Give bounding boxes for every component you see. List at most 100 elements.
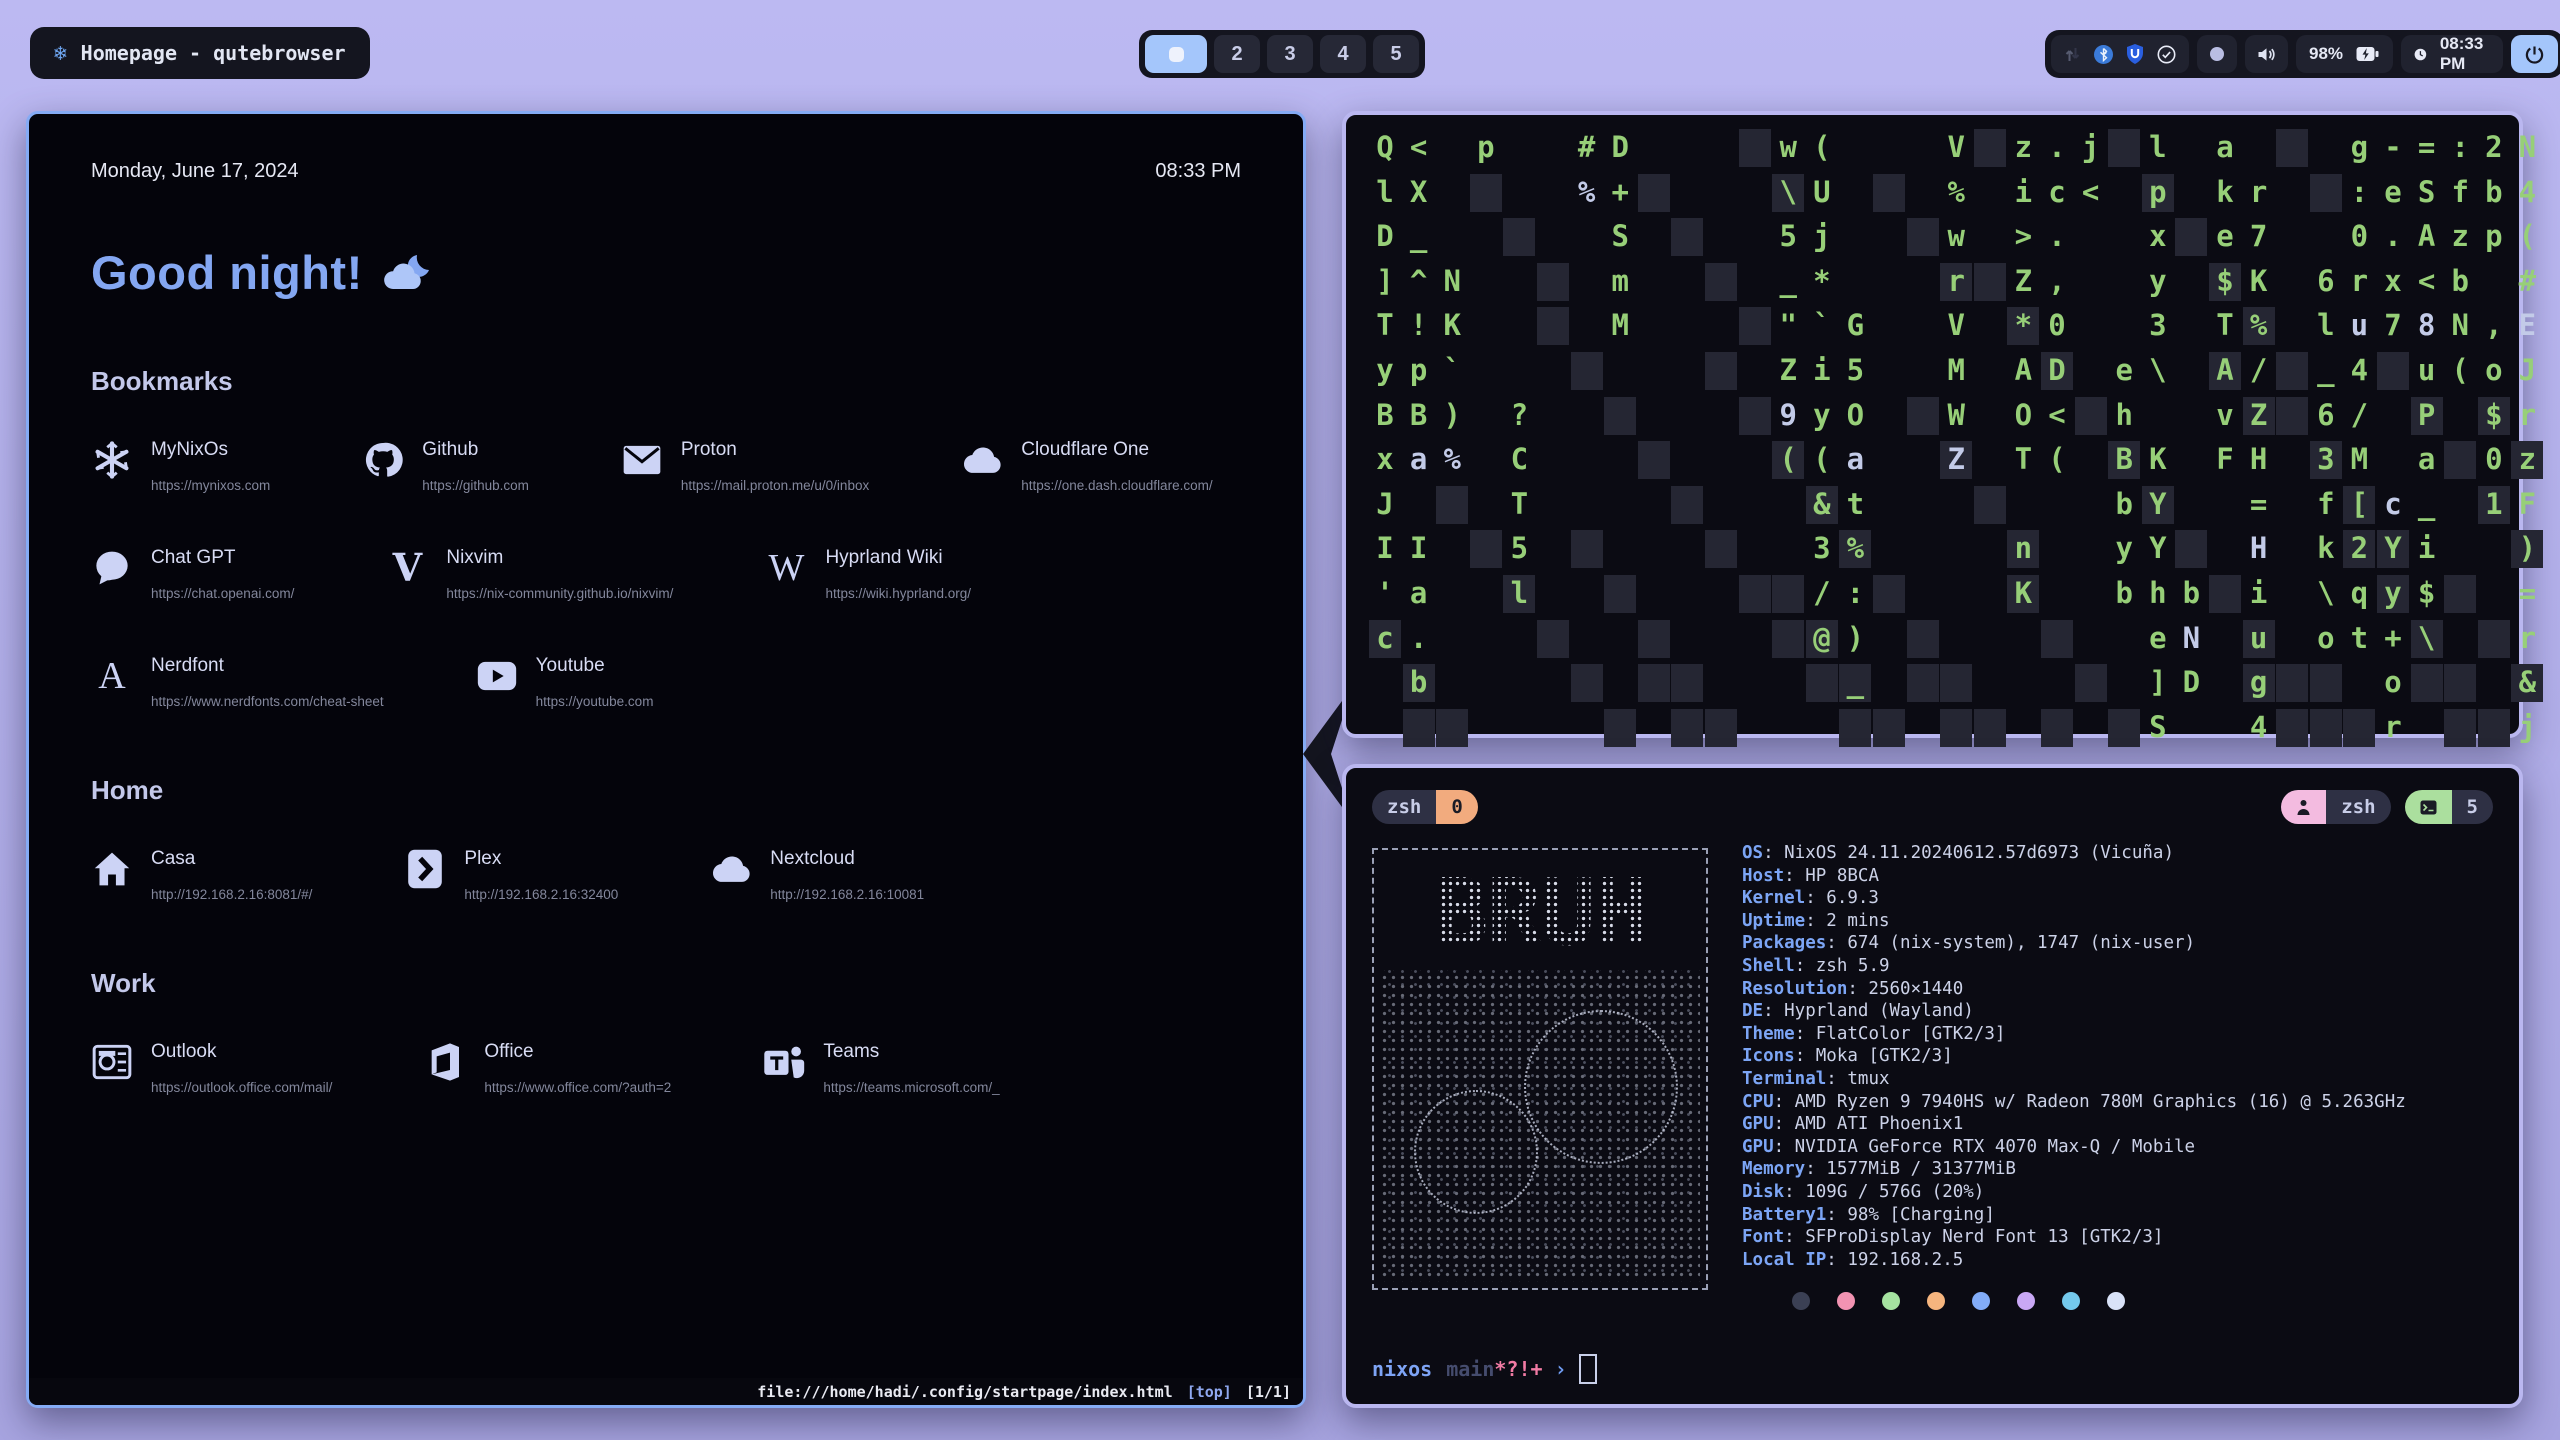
matrix-trail-block [1638, 441, 1670, 479]
matrix-glyph: : [2342, 170, 2376, 215]
matrix-glyph: b [2107, 571, 2141, 616]
bookmark-item[interactable]: VNixvimhttps://nix-community.github.io/n… [386, 547, 673, 601]
terminal-cursor[interactable] [1579, 1354, 1597, 1384]
matrix-trail-block [2276, 709, 2308, 747]
bookmark-title: Nextcloud [770, 848, 924, 870]
battery-percent: 98% [2309, 44, 2343, 64]
bookmark-text: Casahttp://192.168.2.16:8081/#/ [151, 848, 312, 902]
shell-prompt[interactable]: nixos main *?!+ › [1372, 1354, 1597, 1384]
matrix-glyph: _ [2309, 348, 2343, 393]
bookmark-text: MyNixOshttps://mynixos.com [151, 439, 270, 493]
matrix-trail-block [1907, 397, 1939, 435]
matrix-glyph: F [2510, 482, 2544, 527]
palette-color-dot [2107, 1292, 2125, 1310]
matrix-trail-block [2444, 575, 2476, 613]
matrix-glyph: a [2208, 125, 2242, 170]
bookmark-item[interactable]: Outlookhttps://outlook.office.com/mail/ [91, 1041, 332, 1095]
bookmark-item[interactable]: Teamshttps://teams.microsoft.com/_ [763, 1041, 999, 1095]
matrix-glyph: ( [2040, 437, 2074, 482]
desktop: ❄ Homepage - qutebrowser 2345 [0, 0, 2560, 1440]
tray-idle-indicator[interactable] [2197, 35, 2237, 73]
bookmark-item[interactable]: Protonhttps://mail.proton.me/u/0/inbox [621, 439, 869, 493]
tmux-window-tab: zsh 0 [1372, 790, 1478, 824]
matrix-glyph: r [1939, 259, 1973, 304]
tmux-status-right: zsh 5 [2281, 790, 2493, 824]
matrix-glyph: J [2510, 348, 2544, 393]
matrix-glyph: A [2410, 214, 2444, 259]
matrix-trail-block [1604, 397, 1636, 435]
matrix-glyph: Y [2376, 526, 2410, 571]
tmux-user-indicator: zsh [2281, 790, 2390, 824]
matrix-glyph: b [2443, 259, 2477, 304]
bookmark-item[interactable]: Plexhttp://192.168.2.16:32400 [404, 848, 618, 902]
fetch-line: Font: SFProDisplay Nerd Font 13 [GTK2/3] [1742, 1226, 2406, 1249]
matrix-trail-block [1705, 263, 1737, 301]
matrix-glyph: I [1368, 526, 1402, 571]
workspace-button-3[interactable]: 3 [1267, 35, 1313, 73]
ascii-face-small [1414, 1090, 1538, 1214]
system-tray: 98% 08:33 PM [2045, 30, 2560, 78]
bookmark-item[interactable]: Cloudflare Onehttps://one.dash.cloudflar… [961, 439, 1212, 493]
bookmark-item[interactable]: Nextcloudhttp://192.168.2.16:10081 [710, 848, 924, 902]
matrix-glyph: k [2309, 526, 2343, 571]
fetch-line: DE: Hyprland (Wayland) [1742, 1000, 2406, 1023]
workspace-button-4[interactable]: 4 [1320, 35, 1366, 73]
matrix-glyph: # [2510, 259, 2544, 304]
matrix-glyph: p [2141, 170, 2175, 215]
matrix-trail-block [2209, 575, 2241, 613]
matrix-glyph: % [1435, 437, 1469, 482]
window-title-widget[interactable]: ❄ Homepage - qutebrowser [30, 27, 370, 79]
matrix-trail-block [2310, 174, 2342, 212]
matrix-glyph: K [2242, 259, 2276, 304]
bookmark-item[interactable]: WHyprland Wikihttps://wiki.hyprland.org/ [765, 547, 971, 601]
matrix-trail-block [2444, 441, 2476, 479]
matrix-trail-block [1873, 575, 1905, 613]
matrix-glyph: & [2510, 660, 2544, 705]
matrix-glyph: p [1469, 125, 1503, 170]
bookmark-item[interactable]: Youtubehttps://youtube.com [476, 655, 654, 709]
tmux-terminal-window: zsh 0 zsh 5 BRUH OS: NixO [1342, 764, 2523, 1408]
matrix-trail-block [2444, 664, 2476, 702]
matrix-glyph: 7 [2242, 214, 2276, 259]
matrix-glyph: " [1771, 303, 1805, 348]
workspace-button-active[interactable] [1145, 35, 1207, 73]
bookmark-text: Teamshttps://teams.microsoft.com/_ [823, 1041, 999, 1095]
workspace-button-2[interactable]: 2 [1214, 35, 1260, 73]
matrix-trail-block [1739, 307, 1771, 345]
matrix-glyph: O [1838, 393, 1872, 438]
tray-indicator-group[interactable] [2051, 35, 2189, 73]
matrix-trail-block [2041, 620, 2073, 658]
matrix-glyph: u [2342, 303, 2376, 348]
matrix-glyph: ` [1435, 348, 1469, 393]
matrix-glyph: ? [1502, 393, 1536, 438]
clock-widget[interactable]: 08:33 PM [2401, 35, 2502, 73]
bookmark-item[interactable]: Githubhttps://github.com [362, 439, 529, 493]
matrix-glyph: 6 [2309, 393, 2343, 438]
bookmark-url: http://192.168.2.16:8081/#/ [151, 887, 312, 902]
bookmark-item[interactable]: MyNixOshttps://mynixos.com [91, 439, 270, 493]
bookmark-title: Cloudflare One [1021, 439, 1212, 461]
house-icon [91, 848, 133, 890]
volume-widget[interactable] [2245, 35, 2288, 73]
matrix-trail-block [2444, 709, 2476, 747]
bookmark-item[interactable]: Officehttps://www.office.com/?auth=2 [424, 1041, 671, 1095]
matrix-trail-block [2075, 664, 2107, 702]
matrix-glyph: N [1435, 259, 1469, 304]
matrix-trail-block [1604, 709, 1636, 747]
battery-widget[interactable]: 98% [2296, 35, 2393, 73]
bookmark-text: Officehttps://www.office.com/?auth=2 [484, 1041, 671, 1095]
bookmark-item[interactable]: Casahttp://192.168.2.16:8081/#/ [91, 848, 312, 902]
bookmark-item[interactable]: ANerdfonthttps://www.nerdfonts.com/cheat… [91, 655, 384, 709]
bookmark-url: http://192.168.2.16:32400 [464, 887, 618, 902]
matrix-trail-block [1503, 218, 1535, 256]
bookmark-item[interactable]: Chat GPThttps://chat.openai.com/ [91, 547, 294, 601]
matrix-trail-block [1436, 486, 1468, 524]
matrix-trail-block [1739, 575, 1771, 613]
workspace-button-5[interactable]: 5 [1373, 35, 1419, 73]
section-title: Work [91, 968, 1241, 999]
matrix-glyph: [ [2342, 482, 2376, 527]
power-button[interactable] [2511, 35, 2558, 73]
fetch-line: Kernel: 6.9.3 [1742, 887, 2406, 910]
matrix-glyph: G [1838, 303, 1872, 348]
matrix-glyph: c [2376, 482, 2410, 527]
